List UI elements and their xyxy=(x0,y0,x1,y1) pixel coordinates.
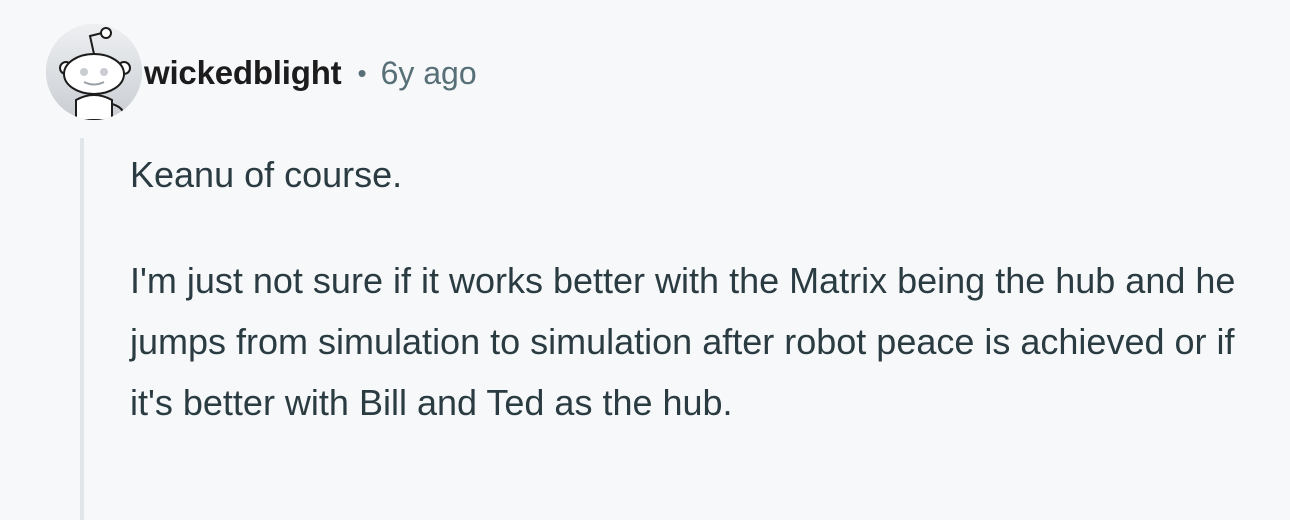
thread-collapse-line[interactable] xyxy=(80,138,84,520)
reddit-snoo-avatar-icon xyxy=(46,24,142,120)
comment-paragraph: I'm just not sure if it works better wit… xyxy=(130,260,1236,423)
comment: wickedblight • 6y ago Keanu of course. I… xyxy=(0,0,1290,520)
separator-dot: • xyxy=(357,57,367,88)
author-username[interactable]: wickedblight xyxy=(144,54,342,92)
comment-paragraph: Keanu of course. xyxy=(130,154,403,195)
avatar[interactable] xyxy=(46,24,142,120)
comment-body: Keanu of course. I'm just not sure if it… xyxy=(130,144,1280,433)
comment-timestamp[interactable]: 6y ago xyxy=(381,55,477,92)
comment-header: wickedblight • 6y ago xyxy=(144,50,477,96)
